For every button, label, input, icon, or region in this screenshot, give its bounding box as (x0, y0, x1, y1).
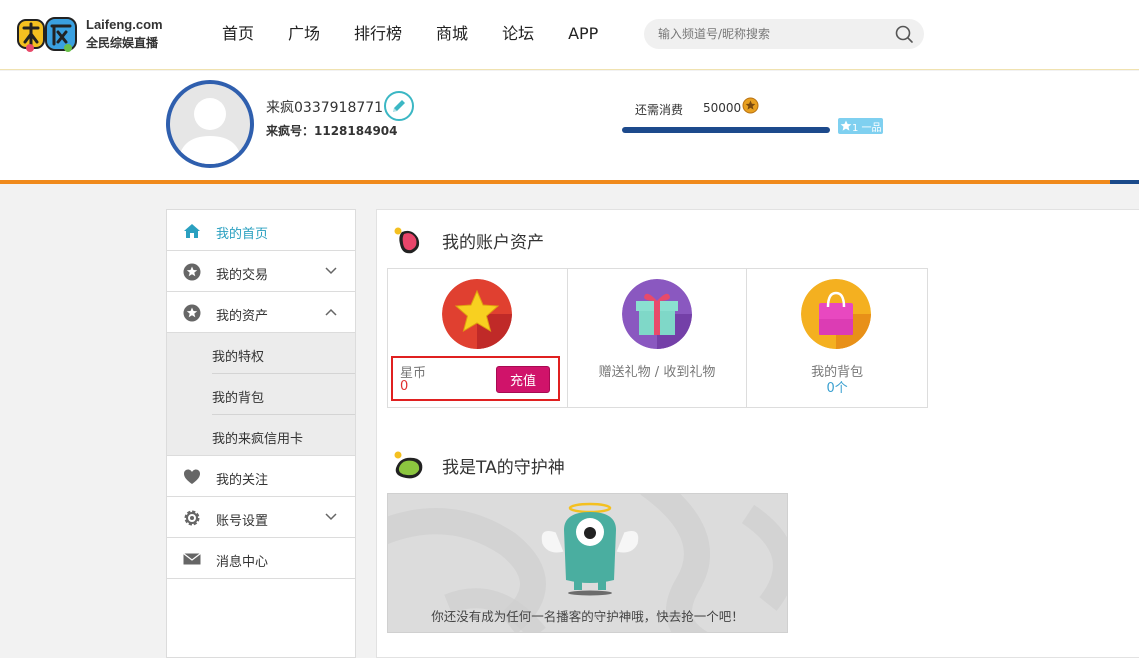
sidebar-item-messages[interactable]: 消息中心 (167, 538, 355, 579)
home-icon (184, 224, 200, 238)
sidebar-item-label: 消息中心 (216, 555, 269, 570)
sidebar-item-assets[interactable]: 我的资产 (167, 292, 355, 333)
guard-section-icon (394, 451, 423, 479)
nav-forum[interactable]: 论坛 (485, 0, 551, 68)
need-consume-value: 50000 (703, 101, 742, 115)
top-header: Laifeng.com 全民综娱直播 首页 广场 排行榜 商城 论坛 APP (0, 0, 1139, 70)
sidebar-item-home[interactable]: 我的首页 (167, 210, 355, 251)
level-text: 1 一品 (852, 122, 882, 134)
sidebar: 我的首页 我的交易 我的资产 我的特权 我的背包 我的来疯信用卡 我的关注 账号… (166, 209, 356, 658)
envelope-icon (183, 553, 201, 565)
guardian-mascot-icon (540, 502, 640, 596)
nav-app[interactable]: APP (551, 0, 615, 68)
heart-icon (184, 469, 200, 484)
sidebar-subitem-label: 我的特权 (212, 350, 265, 365)
profile-accent-line (0, 180, 1139, 184)
laifeng-logo[interactable]: Laifeng.com 全民综娱直播 (16, 14, 166, 56)
guard-panel: 你还没有成为任何一名播客的守护神哦，快去抢一个吧！ (387, 493, 788, 633)
gifts-card[interactable]: 赠送礼物 / 收到礼物 (568, 269, 748, 407)
sidebar-subitem-label: 我的来疯信用卡 (212, 432, 304, 447)
star-coin-icon (442, 279, 512, 349)
search-icon[interactable] (894, 24, 914, 44)
sidebar-subitem-label: 我的背包 (212, 391, 265, 406)
assets-panel: 星币 0 充值 赠送礼物 / 收到礼物 我的背包 0个 (387, 268, 928, 408)
search-box (644, 19, 924, 49)
gifts-label: 赠送礼物 / 收到礼物 (598, 365, 716, 380)
shopping-bag-icon (801, 279, 872, 349)
username: 来疯0337918771 (266, 100, 384, 116)
sidebar-item-label: 我的交易 (216, 268, 269, 283)
level-star-icon (840, 120, 852, 131)
laifeng-id: 来疯号：1128184904 (266, 124, 398, 138)
star-coin-card: 星币 0 充值 (388, 269, 568, 407)
chevron-down-icon (325, 267, 337, 275)
recharge-button[interactable]: 充值 (496, 366, 550, 393)
chevron-up-icon (325, 308, 337, 316)
assets-section-title: 我的账户资产 (442, 233, 544, 253)
main-nav: 首页 广场 排行榜 商城 论坛 APP (205, 0, 615, 68)
gear-icon (184, 510, 200, 526)
sidebar-item-label: 我的资产 (216, 309, 269, 324)
need-consume-label: 还需消费 (635, 103, 684, 117)
sidebar-item-label: 账号设置 (216, 514, 269, 529)
chevron-down-icon (325, 513, 337, 521)
logo-domain-text: Laifeng.com (86, 17, 163, 32)
avatar[interactable] (166, 80, 254, 168)
star-icon (183, 304, 201, 322)
search-input[interactable] (658, 19, 888, 49)
level-progress-bar (622, 127, 830, 133)
assets-section-icon (394, 227, 420, 254)
edit-profile-button[interactable] (384, 91, 414, 121)
nav-home[interactable]: 首页 (205, 0, 271, 68)
backpack-count: 0个 (826, 381, 848, 396)
profile-accent-line-end (1110, 180, 1139, 184)
star-icon (183, 263, 201, 281)
coin-icon (742, 97, 759, 114)
guard-empty-text: 你还没有成为任何一名播客的守护神哦，快去抢一个吧！ (431, 609, 744, 624)
level-badge: 1 一品 (838, 118, 883, 134)
gift-icon (621, 279, 692, 349)
sidebar-subitem-credit-card[interactable]: 我的来疯信用卡 (167, 415, 355, 456)
sidebar-item-settings[interactable]: 账号设置 (167, 497, 355, 538)
nav-ranking[interactable]: 排行榜 (337, 0, 419, 68)
sidebar-subitem-backpack[interactable]: 我的背包 (167, 374, 355, 415)
nav-plaza[interactable]: 广场 (271, 0, 337, 68)
sidebar-item-label: 我的首页 (216, 227, 269, 242)
laifeng-logo-icon (17, 17, 77, 52)
level-progress-fill (622, 127, 830, 133)
nav-mall[interactable]: 商城 (419, 0, 485, 68)
pencil-icon (393, 100, 405, 112)
sidebar-item-follow[interactable]: 我的关注 (167, 456, 355, 497)
default-avatar-icon (178, 98, 242, 164)
sidebar-item-label: 我的关注 (216, 473, 269, 488)
backpack-card[interactable]: 我的背包 0个 (747, 269, 927, 407)
logo-slogan-text: 全民综娱直播 (86, 36, 159, 50)
sidebar-subitem-privilege[interactable]: 我的特权 (167, 333, 355, 374)
sidebar-item-trade[interactable]: 我的交易 (167, 251, 355, 292)
guard-section-title: 我是TA的守护神 (442, 458, 565, 478)
star-coin-highlight: 星币 0 充值 (391, 356, 560, 401)
star-coin-value: 0 (400, 379, 409, 394)
